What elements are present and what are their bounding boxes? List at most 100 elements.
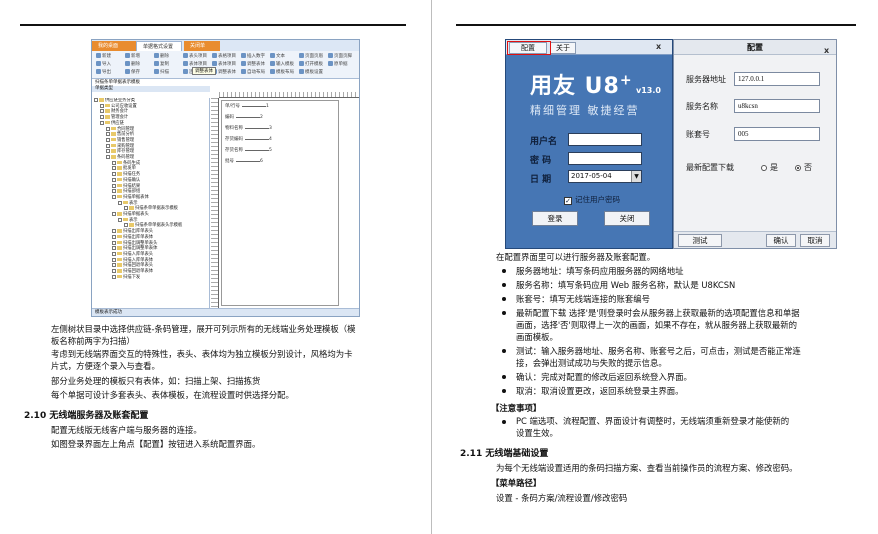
config-close-icon[interactable]: x	[824, 43, 829, 58]
ribbon-button-label: 插入数字	[247, 54, 265, 59]
download-no-radio[interactable]: 否	[795, 162, 812, 173]
ribbon-button[interactable]: 插入数字	[241, 53, 265, 60]
test-button[interactable]: 测试	[678, 234, 722, 247]
tree-node-label: 扫描条单单据表示模板	[135, 206, 178, 212]
folder-icon	[111, 149, 116, 153]
expand-icon[interactable]	[112, 234, 116, 239]
expand-icon[interactable]	[112, 189, 116, 194]
ribbon-button[interactable]: 输入模板	[270, 61, 294, 68]
ribbon-button[interactable]: 模板设置	[299, 69, 323, 76]
ribbon-button[interactable]: 页面页眉	[299, 53, 323, 60]
expand-icon[interactable]	[100, 115, 104, 120]
design-field-line	[236, 117, 260, 118]
expand-icon[interactable]	[118, 217, 122, 222]
login-close-button[interactable]: 关闭	[604, 211, 650, 226]
username-input[interactable]	[568, 133, 642, 146]
chevron-down-icon[interactable]: ▼	[631, 171, 641, 182]
expand-icon[interactable]	[112, 177, 116, 182]
ribbon-button[interactable]: 原单据	[328, 61, 348, 68]
login-close-icon[interactable]: x	[656, 42, 661, 51]
remember-password-checkbox[interactable]: ✓ 记住用户密码	[564, 194, 620, 205]
expand-icon[interactable]	[106, 149, 110, 154]
expand-icon[interactable]	[112, 263, 116, 268]
ribbon-button[interactable]: 删除	[154, 53, 169, 60]
folder-icon	[111, 143, 116, 148]
expand-icon[interactable]	[112, 269, 116, 274]
date-select[interactable]: 2017-05-04 ▼	[568, 170, 642, 183]
ribbon-button[interactable]: 文本	[270, 53, 285, 60]
confirm-button[interactable]: 确认	[766, 234, 796, 247]
download-yes-radio[interactable]: 是	[761, 162, 778, 173]
design-field[interactable]: 物料名称 3	[225, 125, 272, 131]
download-no-label: 否	[804, 163, 812, 172]
design-field-line	[242, 106, 267, 107]
expand-icon[interactable]	[112, 229, 116, 234]
ribbon-button-label: 自动布局	[247, 70, 265, 75]
folder-icon	[111, 137, 116, 142]
expand-icon[interactable]	[106, 155, 110, 160]
ribbon-button[interactable]: 扫描	[154, 69, 169, 76]
folder-icon	[117, 229, 122, 233]
expand-icon[interactable]	[112, 274, 116, 279]
expand-icon[interactable]	[112, 212, 116, 217]
login-button[interactable]: 登录	[532, 211, 578, 226]
expand-icon[interactable]	[112, 257, 116, 262]
expand-icon[interactable]	[94, 98, 98, 102]
expand-icon[interactable]	[124, 223, 128, 228]
expand-icon[interactable]	[112, 240, 116, 245]
cancel-button[interactable]: 取消	[800, 234, 830, 247]
ribbon-button[interactable]: 导出	[96, 69, 111, 76]
expand-icon[interactable]	[112, 194, 116, 199]
design-field-line	[245, 128, 269, 129]
tree-node[interactable]: 扫描下发	[92, 274, 209, 281]
ribbon-button[interactable]: 打开模板	[299, 61, 323, 68]
ribbon-button[interactable]: 新增	[125, 53, 140, 60]
tab-desktop[interactable]: 我的桌面	[92, 41, 136, 51]
design-field[interactable]: 单/行号 1	[225, 103, 269, 109]
tab-doc-format[interactable]: 单据格式设置	[136, 41, 182, 51]
server-address-input[interactable]: 127.0.0.1	[734, 72, 820, 86]
ribbon-button[interactable]: 自动布局	[241, 69, 265, 76]
expand-icon[interactable]	[112, 183, 116, 188]
tab-close[interactable]: 关闭单	[184, 41, 220, 51]
password-input[interactable]	[568, 152, 642, 165]
design-field[interactable]: 存货名称 5	[225, 147, 272, 153]
service-name-input[interactable]: u8kcsn	[734, 99, 820, 113]
ribbon-button[interactable]: 表头项目	[183, 53, 207, 60]
expand-icon[interactable]	[100, 120, 104, 125]
expand-icon[interactable]	[112, 172, 116, 177]
expand-icon[interactable]	[106, 132, 110, 137]
expand-icon[interactable]	[112, 251, 116, 256]
ribbon-button[interactable]: 导入	[96, 61, 111, 68]
expand-icon[interactable]	[112, 246, 116, 251]
design-canvas[interactable]: 单/行号 1 编码 2 物料名称 3 存货编码 4 存货名称 5 批号 6	[211, 92, 359, 308]
document-type-tree[interactable]: 供应链业务分类 公司应收设置 财务会计 管理会计 供应链 合同管理 售前分析 销售管理 采购管理…	[92, 98, 210, 310]
design-field[interactable]: 编码 2	[225, 114, 263, 120]
expand-icon[interactable]	[112, 160, 116, 165]
folder-icon	[117, 183, 122, 188]
expand-icon[interactable]	[118, 200, 122, 205]
expand-icon[interactable]	[106, 143, 110, 148]
expand-icon[interactable]	[100, 103, 104, 108]
design-area[interactable]: 单/行号 1 编码 2 物料名称 3 存货编码 4 存货名称 5 批号 6	[221, 100, 339, 306]
account-number-input[interactable]: 005	[734, 127, 820, 141]
design-field[interactable]: 存货编码 4	[225, 136, 272, 142]
ribbon-button[interactable]: 调整表体	[241, 61, 265, 68]
expand-icon[interactable]	[106, 126, 110, 131]
design-field[interactable]: 批号 6	[225, 158, 263, 164]
ribbon-button[interactable]: 复制	[154, 61, 169, 68]
ribbon-button[interactable]: 删除	[125, 61, 140, 68]
ribbon-button[interactable]: 模板布局	[270, 69, 294, 76]
ribbon-button[interactable]: 页面页脚	[328, 53, 352, 60]
ribbon-button[interactable]: 新建	[96, 53, 111, 60]
toolbar-icon	[154, 53, 159, 58]
about-tab-button[interactable]: 关于	[550, 42, 576, 54]
expand-icon[interactable]	[100, 109, 104, 114]
expand-icon[interactable]	[106, 137, 110, 142]
expand-icon[interactable]	[112, 166, 116, 171]
ribbon-button[interactable]: 表格项目	[212, 53, 236, 60]
ribbon-button[interactable]: 保存	[125, 69, 140, 76]
folder-icon	[117, 234, 122, 239]
tree-node-label: 扫描确认	[123, 177, 141, 183]
expand-icon[interactable]	[124, 206, 128, 211]
